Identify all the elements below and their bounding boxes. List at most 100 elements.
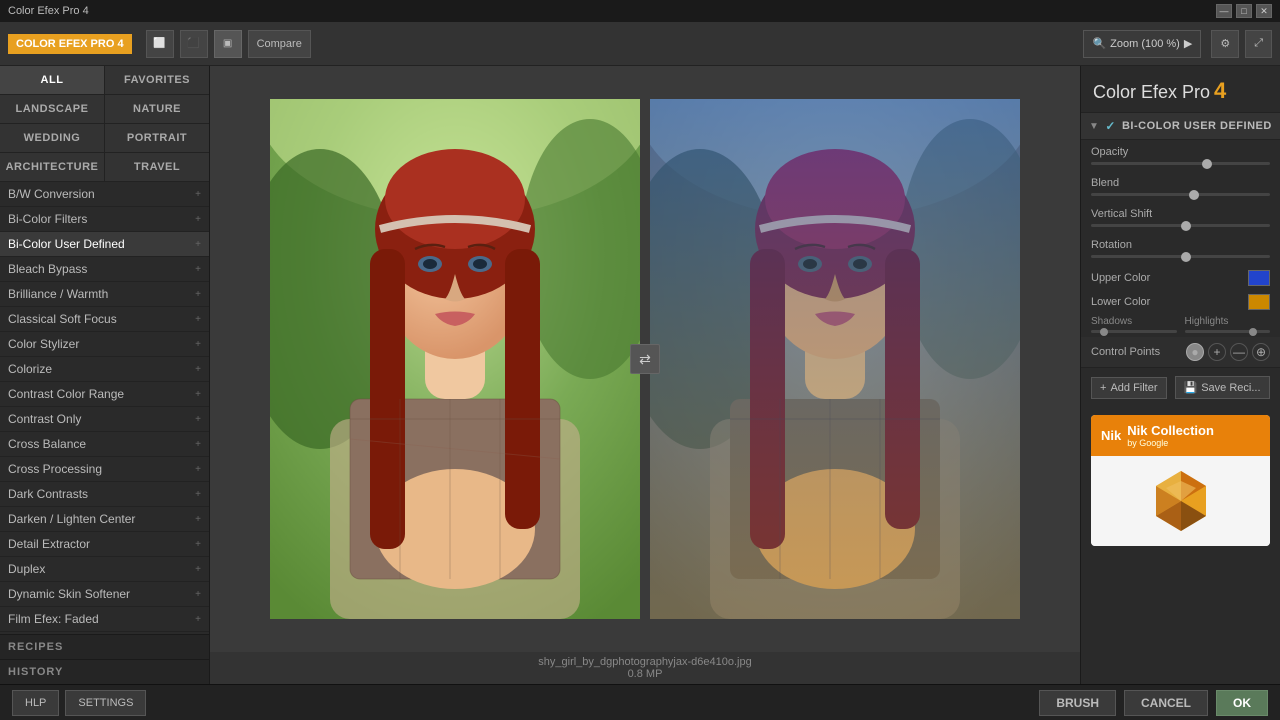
filter-cross-processing[interactable]: Cross Processing + xyxy=(0,457,209,482)
filter-add-icon: + xyxy=(195,439,201,450)
zoom-arrow-icon[interactable]: ▶ xyxy=(1184,37,1192,50)
highlights-slider-thumb[interactable] xyxy=(1249,328,1257,336)
filter-cross-balance[interactable]: Cross Balance + xyxy=(0,432,209,457)
ok-button[interactable]: OK xyxy=(1216,690,1268,716)
shadows-highlights-row: Shadows Highlights xyxy=(1081,312,1280,337)
zoom-control[interactable]: 🔍 Zoom (100 %) ▶ xyxy=(1083,30,1201,58)
filter-duplex[interactable]: Duplex + xyxy=(0,557,209,582)
filter-bw-conversion[interactable]: B/W Conversion + xyxy=(0,182,209,207)
image-info: shy_girl_by_dgphotographyjax-d6e410o.jpg… xyxy=(210,652,1080,684)
help-button[interactable]: HLP xyxy=(12,690,59,716)
lower-color-swatch[interactable] xyxy=(1248,294,1270,310)
filter-category-tabs: ALL FAVORITES LANDSCAPE NATURE WEDDING P… xyxy=(0,66,209,182)
rotation-slider-thumb[interactable] xyxy=(1181,252,1191,262)
filter-film-efex-faded[interactable]: Film Efex: Faded + xyxy=(0,607,209,632)
filter-check-icon: ✓ xyxy=(1105,119,1116,133)
filter-name: Contrast Only xyxy=(8,412,81,426)
save-recipe-button[interactable]: 💾 Save Reci... xyxy=(1175,376,1270,399)
maximize-button[interactable]: □ xyxy=(1236,4,1252,18)
tab-landscape[interactable]: LANDSCAPE xyxy=(0,95,105,124)
filter-name: Dark Contrasts xyxy=(8,487,88,501)
upper-color-swatch[interactable] xyxy=(1248,270,1270,286)
vertical-shift-slider-thumb[interactable] xyxy=(1181,221,1191,231)
opacity-slider-track[interactable] xyxy=(1091,162,1270,165)
filter-add-icon: + xyxy=(195,364,201,375)
active-filter-header[interactable]: ▼ ✓ BI-COLOR USER DEFINED xyxy=(1081,112,1280,140)
history-section-header[interactable]: HISTORY xyxy=(0,659,209,684)
filter-dynamic-skin-softener[interactable]: Dynamic Skin Softener + xyxy=(0,582,209,607)
settings-button[interactable]: SETTINGS xyxy=(65,690,146,716)
filter-classical-soft-focus[interactable]: Classical Soft Focus + xyxy=(0,307,209,332)
blend-slider-track[interactable] xyxy=(1091,193,1270,196)
titlebar: Color Efex Pro 4 — □ ✕ xyxy=(0,0,1280,22)
lower-color-label: Lower Color xyxy=(1091,296,1150,308)
rotation-slider-track[interactable] xyxy=(1091,255,1270,258)
shadows-label: Shadows xyxy=(1091,316,1177,327)
filter-darken-lighten-center[interactable]: Darken / Lighten Center + xyxy=(0,507,209,532)
vertical-shift-slider-row[interactable] xyxy=(1081,222,1280,233)
tab-wedding[interactable]: WEDDING xyxy=(0,124,105,153)
shadows-slider-thumb[interactable] xyxy=(1100,328,1108,336)
shadows-slider[interactable] xyxy=(1091,330,1177,333)
filter-dark-contrasts[interactable]: Dark Contrasts + xyxy=(0,482,209,507)
filter-add-icon: + xyxy=(195,514,201,525)
expand-button[interactable]: ⤢ xyxy=(1245,30,1272,58)
nik-promo-header: Nik Nik Collection by Google xyxy=(1091,415,1270,456)
minimize-button[interactable]: — xyxy=(1216,4,1232,18)
filter-bicolor-user-defined[interactable]: Bi-Color User Defined + xyxy=(0,232,209,257)
filter-name: Colorize xyxy=(8,362,52,376)
filter-contrast-only[interactable]: Contrast Only + xyxy=(0,407,209,432)
filter-contrast-color-range[interactable]: Contrast Color Range + xyxy=(0,382,209,407)
vertical-shift-slider-track[interactable] xyxy=(1091,224,1270,227)
filter-color-stylizer[interactable]: Color Stylizer + xyxy=(0,332,209,357)
highlights-slider[interactable] xyxy=(1185,330,1271,333)
add-filter-button[interactable]: + Add Filter xyxy=(1091,377,1167,399)
filter-brilliance-warmth[interactable]: Brilliance / Warmth + xyxy=(0,282,209,307)
bottom-bar: HLP SETTINGS BRUSH CANCEL OK xyxy=(0,684,1280,720)
blend-slider-thumb[interactable] xyxy=(1189,190,1199,200)
cancel-button[interactable]: CANCEL xyxy=(1124,690,1208,716)
brush-button[interactable]: BRUSH xyxy=(1039,690,1116,716)
blend-slider-row[interactable] xyxy=(1081,191,1280,202)
opacity-slider-thumb[interactable] xyxy=(1202,159,1212,169)
zoom-icon: 🔍 xyxy=(1092,37,1106,50)
copy-control-point-button[interactable]: ⊕ xyxy=(1252,343,1270,361)
single-view-button[interactable]: ⬜ xyxy=(146,30,174,58)
tab-favorites[interactable]: FAVORITES xyxy=(105,66,209,95)
control-points-label: Control Points xyxy=(1091,346,1160,358)
recipes-section-header[interactable]: RECIPES xyxy=(0,634,209,659)
zoom-label: Zoom (100 %) xyxy=(1110,38,1180,50)
close-button[interactable]: ✕ xyxy=(1256,4,1272,18)
remove-control-point-button[interactable]: — xyxy=(1230,343,1248,361)
tab-portrait[interactable]: PORTRAIT xyxy=(105,124,209,153)
filter-bleach-bypass[interactable]: Bleach Bypass + xyxy=(0,257,209,282)
filter-detail-extractor[interactable]: Detail Extractor + xyxy=(0,532,209,557)
window-controls[interactable]: — □ ✕ xyxy=(1216,4,1272,18)
split-view-button[interactable]: ⬛ xyxy=(180,30,208,58)
filter-name: Bleach Bypass xyxy=(8,262,87,276)
compare-button[interactable]: Compare xyxy=(248,30,311,58)
filter-add-icon: + xyxy=(195,564,201,575)
swap-images-button[interactable]: ⇄ xyxy=(630,344,660,374)
filter-name: Contrast Color Range xyxy=(8,387,124,401)
rotation-slider-row[interactable] xyxy=(1081,253,1280,264)
tab-architecture[interactable]: ARCHITECTURE xyxy=(0,153,105,182)
app-title: Color Efex Pro 4 xyxy=(1081,66,1280,112)
display-settings-button[interactable]: ⚙ xyxy=(1211,30,1239,58)
tab-travel[interactable]: TRAVEL xyxy=(105,153,209,182)
filter-bicolor-filters[interactable]: Bi-Color Filters + xyxy=(0,207,209,232)
highlights-control: Highlights xyxy=(1185,316,1271,333)
add-control-point-button[interactable]: + xyxy=(1208,343,1226,361)
opacity-slider-row[interactable] xyxy=(1081,160,1280,171)
control-points-row: Control Points ● + — ⊕ xyxy=(1081,337,1280,367)
filter-add-icon: + xyxy=(195,214,201,225)
dual-view-button[interactable]: ▣ xyxy=(214,30,242,58)
filter-colorize[interactable]: Colorize + xyxy=(0,357,209,382)
collapse-arrow-icon: ▼ xyxy=(1089,121,1099,132)
compare-label: Compare xyxy=(257,38,302,50)
nik-promo-body xyxy=(1091,456,1270,546)
filter-add-icon: + xyxy=(195,339,201,350)
tab-nature[interactable]: NATURE xyxy=(105,95,209,124)
nik-subtitle: by Google xyxy=(1127,438,1214,448)
tab-all[interactable]: ALL xyxy=(0,66,105,95)
